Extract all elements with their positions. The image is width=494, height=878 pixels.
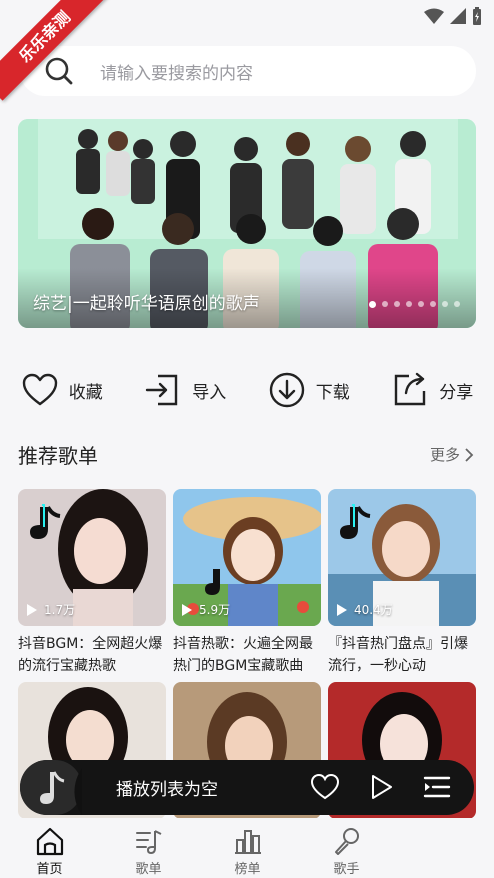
carousel-dot xyxy=(382,301,388,307)
play-icon xyxy=(27,603,37,616)
chevron-right-icon xyxy=(465,447,474,462)
carousel-dot xyxy=(406,301,412,307)
play-count: 1.7万 xyxy=(26,601,75,618)
banner-carousel[interactable]: 综艺|一起聆听华语原创的歌声 xyxy=(18,119,476,328)
favorite-label: 收藏 xyxy=(68,382,103,403)
carousel-dot xyxy=(418,301,424,307)
heart-icon[interactable] xyxy=(310,772,340,802)
play-icon xyxy=(337,603,347,616)
music-note-icon xyxy=(20,760,90,815)
playlist-card[interactable]: 40.4万 『抖音热门盘点』引爆流行，一秒心动 xyxy=(328,489,476,677)
quick-actions: 收藏 导入 下载 分享 xyxy=(0,365,494,415)
banner-caption: 综艺|一起聆听华语原创的歌声 xyxy=(33,294,260,314)
playlist-title: 『抖音热门盘点』引爆流行，一秒心动 xyxy=(328,636,468,674)
more-link[interactable]: 更多 xyxy=(430,444,474,465)
search-placeholder: 请输入要搜索的内容 xyxy=(100,63,253,84)
import-button[interactable]: 导入 xyxy=(124,365,248,415)
singer-icon xyxy=(334,828,359,855)
playlist-cover: 1.7万 xyxy=(18,489,166,626)
tab-home[interactable]: 首页 xyxy=(0,818,99,878)
carousel-dots xyxy=(369,301,460,308)
playlist-card[interactable]: 5.9万 抖音热歌：火遍全网最热门的BGM宝藏歌曲 xyxy=(173,489,321,677)
search-bar[interactable]: 请输入要搜索的内容 xyxy=(20,46,476,96)
play-icon[interactable] xyxy=(366,772,396,802)
download-button[interactable]: 下载 xyxy=(247,365,371,415)
import-label: 导入 xyxy=(192,382,227,403)
carousel-dot xyxy=(430,301,436,307)
carousel-dot xyxy=(394,301,400,307)
playlist-queue-icon[interactable] xyxy=(422,772,452,802)
more-label: 更多 xyxy=(429,446,460,464)
playlist-card[interactable]: 1.7万 抖音BGM：全网超火爆的流行宝藏热歌 xyxy=(18,489,166,677)
signal-icon xyxy=(450,8,466,24)
carousel-dot xyxy=(454,301,460,307)
player-status: 播放列表为空 xyxy=(116,780,218,800)
play-count: 40.4万 xyxy=(336,601,393,618)
playlist-cover: 5.9万 xyxy=(173,489,321,626)
section-title: 推荐歌单 xyxy=(18,444,98,468)
chart-icon xyxy=(234,830,261,854)
player-disc xyxy=(20,760,90,815)
playlist-cover: 40.4万 xyxy=(328,489,476,626)
carousel-dot xyxy=(369,301,376,308)
playlist-title: 抖音热歌：火遍全网最热门的BGM宝藏歌曲 xyxy=(173,636,313,674)
home-icon xyxy=(36,827,63,856)
share-icon xyxy=(395,372,426,406)
play-count: 5.9万 xyxy=(181,601,230,618)
search-icon xyxy=(45,57,73,85)
bottom-tab-bar: 首页 歌单 榜单 歌手 xyxy=(0,818,494,878)
share-button[interactable]: 分享 xyxy=(371,365,494,415)
heart-icon xyxy=(22,373,57,406)
playlist-icon xyxy=(135,830,161,855)
import-icon xyxy=(146,374,178,406)
tab-singer[interactable]: 歌手 xyxy=(297,818,396,878)
carousel-dot xyxy=(442,301,448,307)
playlist-title: 抖音BGM：全网超火爆的流行宝藏热歌 xyxy=(18,636,163,674)
play-icon xyxy=(182,603,192,616)
battery-icon xyxy=(473,7,481,25)
share-label: 分享 xyxy=(439,382,474,403)
download-icon xyxy=(269,372,304,408)
download-label: 下载 xyxy=(315,382,350,403)
mini-player[interactable]: 播放列表为空 xyxy=(20,760,474,815)
wifi-icon xyxy=(424,8,444,24)
tab-playlist[interactable]: 歌单 xyxy=(99,818,198,878)
favorite-button[interactable]: 收藏 xyxy=(0,365,124,415)
tab-chart[interactable]: 榜单 xyxy=(198,818,297,878)
